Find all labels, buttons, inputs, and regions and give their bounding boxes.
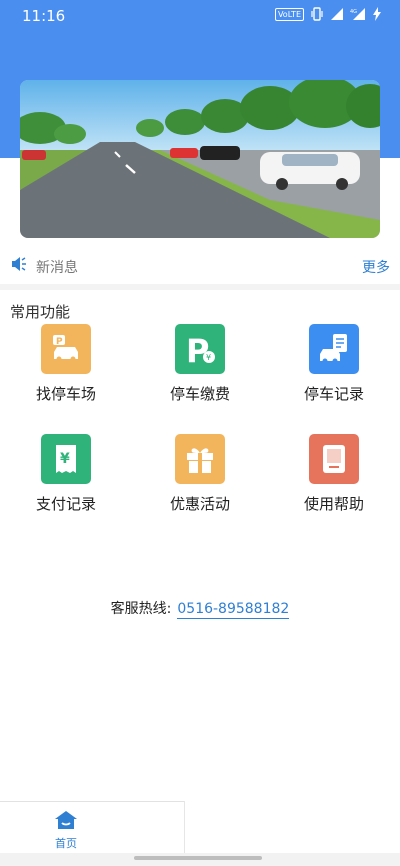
vibrate-icon	[311, 7, 323, 21]
battery-charging-icon	[373, 7, 381, 21]
status-time: 11:16	[22, 7, 66, 25]
car-record-icon	[309, 324, 359, 374]
function-promotions[interactable]: 优惠活动	[140, 434, 260, 514]
notice-more-link[interactable]: 更多	[362, 257, 390, 277]
status-icons: VoLTE 4G	[274, 7, 382, 21]
svg-text:P: P	[56, 337, 63, 347]
hotline-phone-link[interactable]: 0516-89588182	[177, 601, 290, 619]
function-label: 使用帮助	[303, 495, 364, 513]
tab-home[interactable]: 首页	[44, 810, 88, 851]
yuan-receipt-icon: ¥	[41, 434, 91, 484]
tab-home-label: 首页	[55, 837, 77, 850]
section-title: 常用功能	[10, 303, 71, 321]
function-find-parking[interactable]: P 找停车场	[6, 324, 126, 404]
function-label: 找停车场	[35, 385, 96, 403]
home-icon	[55, 811, 77, 829]
signal-4g-label: 4G	[350, 9, 357, 15]
function-label: 优惠活动	[169, 495, 230, 513]
volte-badge: VoLTE	[274, 7, 304, 21]
function-label: 停车缴费	[169, 385, 230, 403]
notice-text: 新消息	[36, 260, 78, 276]
signal-4g-icon: 4G	[350, 8, 365, 20]
function-label: 停车记录	[303, 385, 364, 403]
help-book-icon	[309, 434, 359, 484]
svg-text:¥: ¥	[206, 353, 211, 362]
hotline-label: 客服热线:	[110, 601, 172, 617]
function-parking-pay[interactable]: P ¥ 停车缴费	[140, 324, 260, 404]
bottom-tab-bar: 首页	[0, 801, 184, 854]
hotline: 客服热线: 0516-89588182	[0, 598, 400, 619]
svg-text:¥: ¥	[60, 451, 70, 467]
signal-icon	[331, 8, 343, 20]
parking-lot-banner[interactable]	[20, 80, 380, 238]
gift-icon	[175, 434, 225, 484]
status-bar: 11:16 VoLTE 4G	[0, 0, 400, 30]
notice-bar[interactable]: 新消息 更多	[0, 248, 400, 290]
speaker-icon	[12, 257, 26, 271]
car-parking-icon: P	[41, 324, 91, 374]
function-parking-record[interactable]: 停车记录	[274, 324, 394, 404]
function-label: 支付记录	[35, 495, 96, 513]
function-payment-record[interactable]: ¥ 支付记录	[6, 434, 126, 514]
gesture-nav-handle[interactable]	[134, 856, 262, 860]
parking-pay-icon: P ¥	[175, 324, 225, 374]
function-help[interactable]: 使用帮助	[274, 434, 394, 514]
